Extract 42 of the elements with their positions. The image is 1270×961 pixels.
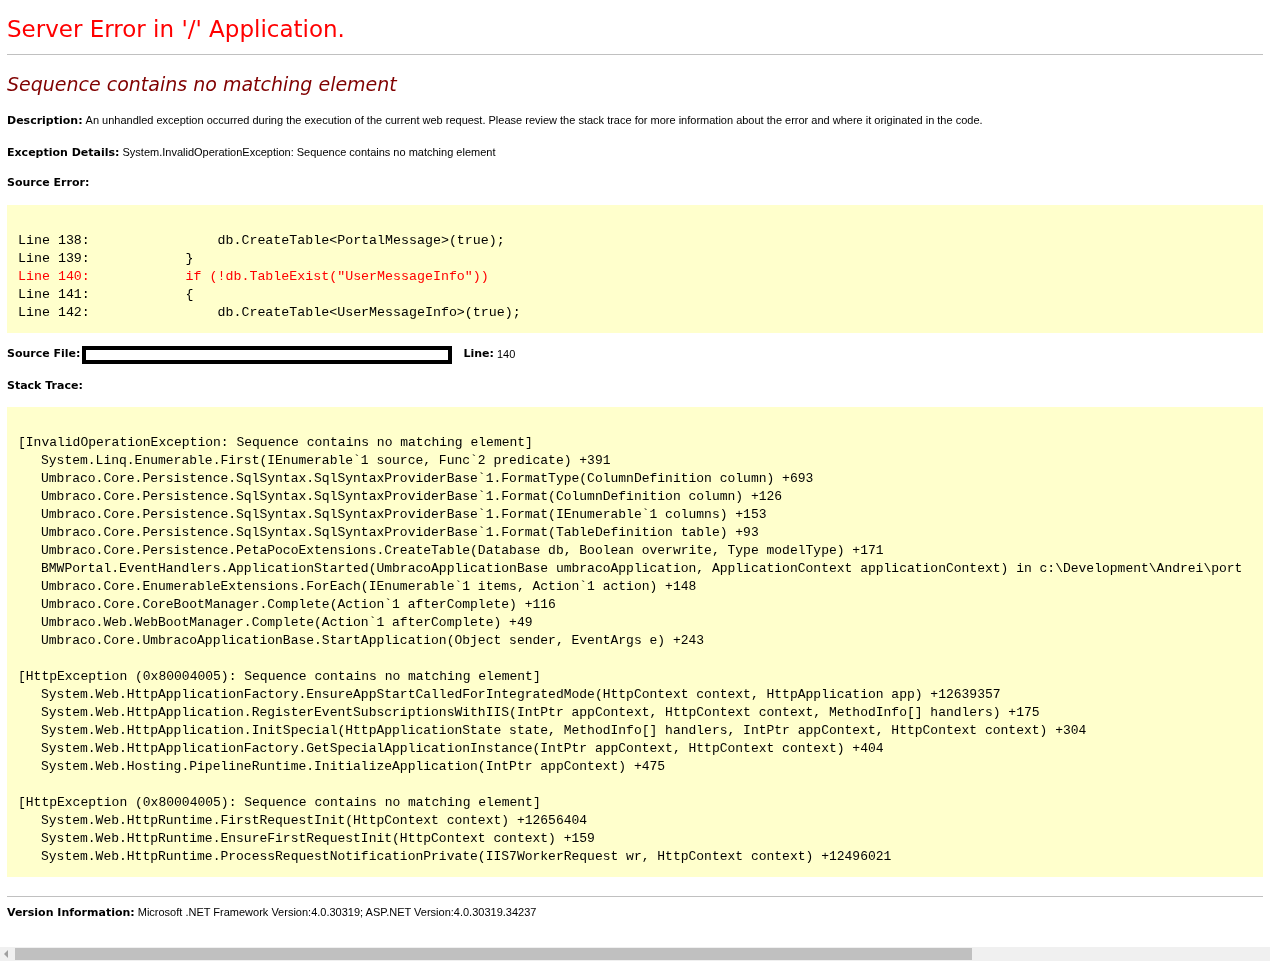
exception-details-text: System.InvalidOperationException: Sequence contains no matching element (122, 144, 496, 160)
stack-frame: System.Web.HttpApplication.InitSpecial(HttpApplicationState state, MethodInfo[] handlers, IntPtr appContext, HttpContext context) +304 (18, 722, 1263, 740)
source-line: Line 138: db.CreateTable<PortalMessage>(true); (18, 231, 506, 250)
horizontal-scrollbar-thumb[interactable] (15, 948, 972, 960)
line-number: 140 (496, 347, 516, 363)
stack-frame: Umbraco.Core.Persistence.SqlSyntax.SqlSyntaxProviderBase`1.Format(IEnumerable`1 columns) +153 (18, 506, 1263, 524)
description-label: Description: (7, 113, 83, 129)
source-line: Line 142: db.CreateTable<UserMessageInfo>(true); (18, 303, 522, 322)
stack-trace-label: Stack Trace: (7, 377, 84, 394)
stack-frame: System.Web.HttpApplication.RegisterEventSubscriptionsWithIIS(IntPtr appContext, HttpContext context, MethodInfo[] handlers) +175 (18, 704, 1263, 722)
stack-frame: System.Web.HttpApplicationFactory.GetSpecialApplicationInstance(IntPtr appContext, HttpContext context) +404 (18, 740, 1263, 758)
stack-frame: Umbraco.Core.Persistence.SqlSyntax.SqlSyntaxProviderBase`1.FormatType(ColumnDefinition column) +693 (18, 470, 1263, 488)
exception-header: [InvalidOperationException: Sequence contains no matching element] (18, 434, 534, 452)
stack-frame: System.Web.HttpRuntime.ProcessRequestNotificationPrivate(IIS7WorkerRequest wr, HttpContext context) +12496021 (18, 848, 1263, 866)
source-file-label: Source File: (7, 346, 81, 363)
version-information-label: Version Information: (7, 905, 135, 921)
source-line: Line 139: } (18, 249, 195, 268)
stack-frame: System.Web.HttpApplicationFactory.EnsureAppStartCalledForIntegratedMode(HttpContext context, HttpApplication app) +12639357 (18, 686, 1263, 704)
source-error-label: Source Error: (7, 175, 91, 191)
stack-frame: System.Web.HttpRuntime.EnsureFirstRequestInit(HttpContext context) +159 (18, 830, 1263, 848)
source-line: Line 141: { (18, 285, 195, 304)
stack-frame: System.Web.Hosting.PipelineRuntime.InitializeApplication(IntPtr appContext) +475 (18, 758, 1263, 776)
source-line: Line 140: if (!db.TableExist("UserMessageInfo")) (18, 267, 490, 286)
stack-frame: System.Linq.Enumerable.First(IEnumerable`1 source, Func`2 predicate) +391 (18, 452, 1263, 470)
stack-frame: System.Web.HttpRuntime.FirstRequestInit(HttpContext context) +12656404 (18, 812, 1263, 830)
exception-header: [HttpException (0x80004005): Sequence contains no matching element] (18, 794, 542, 812)
stack-frame: Umbraco.Core.Persistence.SqlSyntax.SqlSyntaxProviderBase`1.Format(ColumnDefinition column) +126 (18, 488, 1263, 506)
description-text: An unhandled exception occurred during the execution of the current web request. Please review the stack trace for more information about the error and where it originated in the code. (85, 113, 983, 128)
stack-frame: BMWPortal.EventHandlers.ApplicationStarted(UmbracoApplicationBase umbracoApplication, ApplicationContext applicationContext) in c:\Development\Andrei\port (18, 560, 1263, 578)
stack-frame: Umbraco.Core.EnumerableExtensions.ForEach(IEnumerable`1 items, Action`1 action) +148 (18, 578, 1263, 596)
version-information-text: Microsoft .NET Framework Version:4.0.30319; ASP.NET Version:4.0.30319.34237 (137, 905, 537, 920)
stack-frame: Umbraco.Core.CoreBootManager.Complete(Action`1 afterComplete) +116 (18, 596, 1263, 614)
stack-frame: Umbraco.Core.Persistence.SqlSyntax.SqlSyntaxProviderBase`1.Format(TableDefinition table) +93 (18, 524, 1263, 542)
exception-header: [HttpException (0x80004005): Sequence contains no matching element] (18, 668, 542, 686)
stack-frame: Umbraco.Web.WebBootManager.Complete(Action`1 afterComplete) +49 (18, 614, 1263, 632)
exception-details-label: Exception Details: (7, 144, 120, 161)
line-label: Line: (463, 346, 494, 363)
stack-frame: Umbraco.Core.Persistence.PetaPocoExtensions.CreateTable(Database db, Boolean overwrite, Type modelType) +171 (18, 542, 1263, 560)
stack-frame: Umbraco.Core.UmbracoApplicationBase.StartApplication(Object sender, EventArgs e) +243 (18, 632, 1263, 650)
page-title: Server Error in '/' Application. (7, 15, 346, 44)
error-message: Sequence contains no matching element (7, 72, 399, 97)
scroll-left-icon[interactable] (2, 949, 10, 959)
